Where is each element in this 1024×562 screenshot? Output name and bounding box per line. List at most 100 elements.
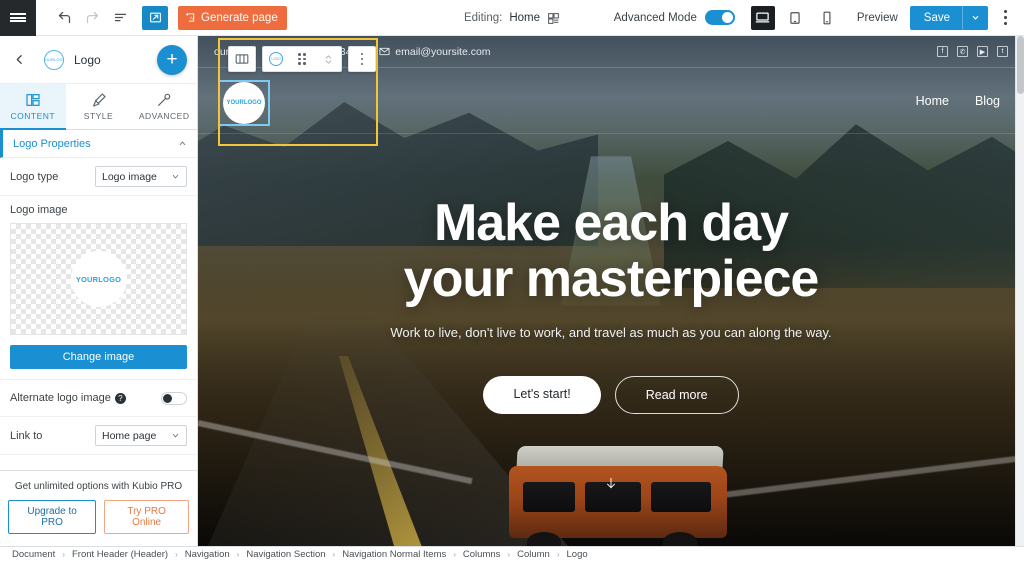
breadcrumb-item-navigation-normal-items[interactable]: Navigation Normal Items bbox=[342, 549, 446, 560]
tab-advanced[interactable]: ADVANCED bbox=[131, 84, 198, 129]
theme-import-icon[interactable] bbox=[142, 5, 168, 30]
generate-page-button[interactable]: AI Generate page bbox=[178, 5, 287, 30]
advanced-mode-label: Advanced Mode bbox=[613, 11, 697, 24]
link-to-value: Home page bbox=[102, 429, 157, 442]
site-nav-links: Home Blog bbox=[916, 94, 1000, 108]
left-sidebar: YOURLOGO Logo + CONTENT STYLE bbox=[0, 36, 198, 546]
preview-button[interactable]: Preview bbox=[857, 12, 898, 24]
breadcrumb: Document › Front Header (Header) › Navig… bbox=[0, 546, 1024, 562]
advanced-mode-toggle[interactable] bbox=[704, 10, 735, 25]
vertical-scrollbar[interactable] bbox=[1015, 36, 1024, 546]
breadcrumb-item-document[interactable]: Document bbox=[12, 549, 55, 560]
hero-subheading: Work to live, don't live to work, and tr… bbox=[390, 325, 832, 341]
redo-arrow-icon[interactable] bbox=[78, 4, 106, 32]
nav-link-blog[interactable]: Blog bbox=[975, 94, 1000, 108]
site-navigation: Home Blog bbox=[198, 68, 1024, 134]
breadcrumb-item-front-header[interactable]: Front Header (Header) bbox=[72, 549, 168, 560]
logo-type-select[interactable]: Logo image bbox=[95, 166, 187, 187]
logo-element-icon[interactable]: LOGO bbox=[263, 46, 289, 72]
upgrade-to-pro-button[interactable]: Upgrade to PRO bbox=[8, 500, 97, 534]
hero-heading: Make each day your masterpiece bbox=[198, 195, 1024, 307]
hero-primary-button[interactable]: Let's start! bbox=[483, 376, 601, 415]
page-settings-icon[interactable] bbox=[547, 12, 560, 25]
youtube-icon[interactable]: ▶ bbox=[977, 46, 988, 57]
try-pro-online-button[interactable]: Try PRO Online bbox=[104, 500, 189, 534]
app-root: AI Generate page Editing: Home Advanced … bbox=[0, 0, 1024, 562]
drag-handle-icon[interactable] bbox=[289, 46, 315, 72]
site-email-text: email@yoursite.com bbox=[395, 45, 491, 58]
twitter-icon[interactable]: t bbox=[997, 46, 1008, 57]
breadcrumb-separator-icon: › bbox=[507, 550, 511, 559]
change-image-button[interactable]: Change image bbox=[10, 345, 187, 369]
nav-link-home[interactable]: Home bbox=[916, 94, 949, 108]
pro-promo-panel: Get unlimited options with Kubio PRO Upg… bbox=[0, 470, 197, 546]
editing-page-name: Home bbox=[509, 12, 541, 24]
arrow-down-icon[interactable] bbox=[604, 474, 618, 492]
breadcrumb-item-columns[interactable]: Columns bbox=[463, 549, 501, 560]
kebab-menu-icon[interactable] bbox=[349, 46, 375, 72]
history-list-icon[interactable] bbox=[106, 4, 134, 32]
top-toolbar: AI Generate page Editing: Home Advanced … bbox=[0, 0, 1024, 36]
tab-advanced-label: ADVANCED bbox=[138, 111, 190, 121]
breadcrumb-item-navigation[interactable]: Navigation bbox=[185, 549, 230, 560]
page-canvas[interactable]: ountry (000) 123 12345 email@yoursite.co… bbox=[198, 36, 1024, 546]
logo-type-row: Logo type Logo image bbox=[0, 158, 197, 196]
chevron-down-icon bbox=[171, 431, 180, 440]
alternate-logo-row: Alternate logo image? bbox=[0, 379, 197, 417]
element-floating-toolbar: LOGO bbox=[228, 46, 376, 72]
generate-page-label: Generate page bbox=[201, 11, 278, 24]
tablet-icon[interactable] bbox=[783, 6, 807, 30]
chevron-left-icon[interactable] bbox=[8, 49, 30, 71]
tab-style-label: STYLE bbox=[83, 111, 114, 121]
logo-image-label: Logo image bbox=[10, 204, 68, 216]
site-logo-selected[interactable]: YOURLOGO bbox=[218, 80, 270, 126]
logo-image-preview[interactable]: YOURLOGO bbox=[10, 223, 187, 335]
hero-buttons: Let's start! Read more bbox=[198, 376, 1024, 415]
site-email[interactable]: email@yoursite.com bbox=[379, 45, 491, 58]
plus-icon[interactable]: + bbox=[157, 44, 187, 75]
layout-blocks-icon bbox=[25, 92, 41, 108]
question-mark-icon[interactable]: ? bbox=[114, 392, 126, 404]
breadcrumb-separator-icon: › bbox=[175, 550, 178, 559]
breadcrumb-separator-icon: › bbox=[62, 550, 65, 559]
sidebar-title: Logo bbox=[74, 52, 101, 67]
logo-properties-title: Logo Properties bbox=[13, 137, 91, 150]
alternate-logo-toggle[interactable] bbox=[161, 391, 187, 405]
chevron-up-icon[interactable] bbox=[178, 139, 187, 148]
move-updown-icon[interactable] bbox=[315, 46, 341, 72]
site-logo-text: YOURLOGO bbox=[226, 100, 262, 106]
tab-style[interactable]: STYLE bbox=[65, 84, 132, 129]
logo-preview-text: YOURLOGO bbox=[75, 274, 122, 284]
editing-label: Editing: bbox=[463, 12, 503, 24]
tab-content[interactable]: CONTENT bbox=[0, 84, 66, 130]
breadcrumb-item-logo[interactable]: Logo bbox=[567, 549, 588, 560]
toolbar-right-group: Advanced Mode Preview Save bbox=[613, 5, 1024, 30]
tab-content-label: CONTENT bbox=[10, 111, 56, 121]
van-illustration bbox=[503, 434, 733, 546]
logo-thumb-text: YOURLOGO bbox=[44, 57, 63, 62]
scrollbar-thumb[interactable] bbox=[1017, 36, 1024, 94]
hero-secondary-button[interactable]: Read more bbox=[614, 376, 739, 415]
sidebar-header: YOURLOGO Logo + bbox=[0, 36, 197, 84]
logo-properties-section-header[interactable]: Logo Properties bbox=[0, 130, 197, 158]
save-button[interactable]: Save bbox=[909, 5, 988, 30]
breadcrumb-item-column[interactable]: Column bbox=[517, 549, 550, 560]
breadcrumb-item-navigation-section[interactable]: Navigation Section bbox=[246, 549, 325, 560]
paintbrush-icon bbox=[91, 92, 107, 108]
mobile-icon[interactable] bbox=[815, 6, 839, 30]
toolbar-group-columns bbox=[228, 46, 256, 72]
link-to-select[interactable]: Home page bbox=[95, 425, 187, 446]
logo-thumb-icon: YOURLOGO bbox=[44, 49, 64, 70]
kebab-menu-icon[interactable] bbox=[994, 6, 1016, 30]
undo-arrow-icon[interactable] bbox=[50, 4, 78, 32]
breadcrumb-separator-icon: › bbox=[236, 550, 240, 559]
facebook-icon[interactable]: f bbox=[937, 46, 948, 57]
chevron-down-icon[interactable] bbox=[963, 13, 988, 22]
svg-text:AI: AI bbox=[190, 15, 194, 20]
hamburger-icon[interactable] bbox=[0, 0, 36, 36]
logo-preview-badge: YOURLOGO bbox=[70, 251, 127, 307]
columns-layout-icon[interactable] bbox=[229, 46, 255, 72]
whatsapp-icon[interactable]: ✆ bbox=[957, 46, 968, 57]
desktop-icon[interactable] bbox=[750, 5, 775, 30]
site-logo-badge: YOURLOGO bbox=[223, 82, 265, 124]
